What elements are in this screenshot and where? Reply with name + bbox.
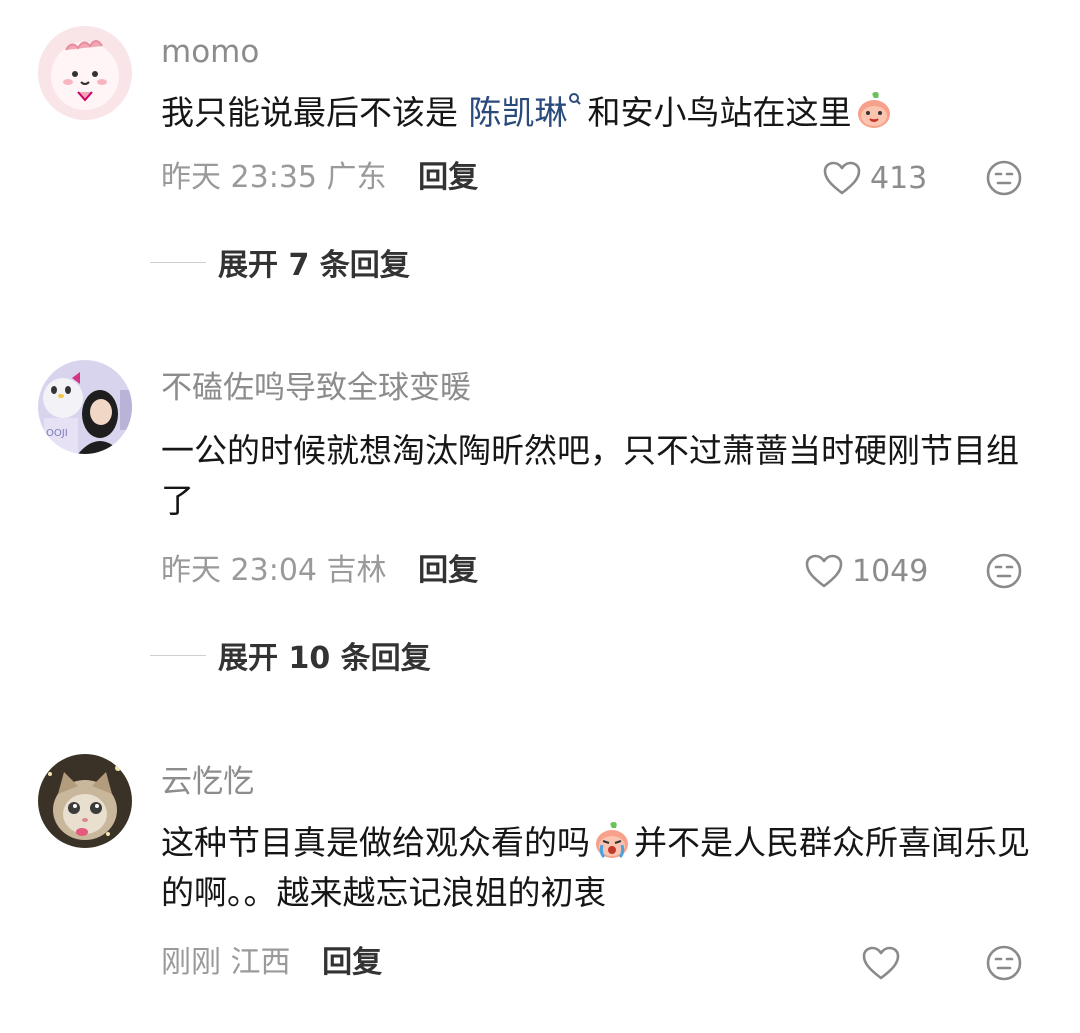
avatar[interactable]: [38, 754, 132, 848]
like-button[interactable]: 413: [822, 158, 927, 198]
comment-item: momo 我只能说最后不该是 陈凯琳 和安小鸟站在这里 昨天 23:35 广东 回…: [0, 0, 1080, 330]
expand-replies-button[interactable]: 展开 10 条回复: [150, 635, 431, 676]
expand-replies-label: 展开 10 条回复: [218, 641, 431, 676]
svg-text:OOJI: OOJI: [46, 428, 68, 439]
comment-meta: 昨天 23:04 吉林 回复: [161, 551, 478, 591]
comment-location: 江西: [230, 945, 291, 980]
peach-crying-emoji-icon: [596, 822, 628, 859]
username[interactable]: momo: [161, 32, 259, 72]
expand-replies-label: 展开 7 条回复: [218, 248, 410, 283]
girl-with-hello-kitty-avatar-icon: OOJI: [38, 360, 132, 454]
reply-button[interactable]: 回复: [418, 160, 478, 195]
expand-replies-button[interactable]: 展开 7 条回复: [150, 242, 410, 283]
username[interactable]: 不磕佐鸣导致全球变暖: [161, 368, 471, 408]
like-button[interactable]: [861, 943, 909, 983]
username[interactable]: 云忔忔: [161, 762, 254, 802]
peach-smile-emoji-icon: [857, 92, 890, 128]
heart-outline-icon: [805, 554, 843, 588]
pink-cartoon-avatar-icon: [38, 26, 132, 120]
like-count: 413: [870, 160, 928, 196]
like-button[interactable]: 1049: [804, 551, 928, 591]
avatar[interactable]: [38, 26, 132, 120]
search-icon: [568, 93, 581, 105]
comment-text-part: 这种节目真是做给观众看的吗: [161, 823, 590, 862]
comment-time: 昨天 23:35: [161, 160, 317, 195]
comment-location: 广东: [326, 160, 387, 195]
like-count: 1049: [852, 553, 929, 589]
neutral-face-icon[interactable]: [985, 552, 1023, 590]
reply-button[interactable]: 回复: [418, 553, 478, 588]
neutral-face-icon[interactable]: [985, 159, 1023, 197]
comment-location: 吉林: [326, 553, 387, 588]
comment-meta: 刚刚 江西 回复: [161, 943, 382, 983]
mention-name: 陈凯琳: [468, 93, 568, 132]
comment-meta: 昨天 23:35 广东 回复: [161, 158, 478, 198]
divider-line: [150, 654, 206, 656]
comment-text-part: 我只能说最后不该是: [161, 93, 469, 132]
mention-link[interactable]: 陈凯琳: [469, 93, 588, 132]
avatar[interactable]: OOJI: [38, 360, 132, 454]
heart-outline-icon: [823, 161, 861, 195]
cat-avatar-icon: [38, 754, 132, 848]
heart-outline-icon: [862, 946, 900, 980]
comment-text: 我只能说最后不该是 陈凯琳 和安小鸟站在这里: [161, 88, 1041, 138]
reply-button[interactable]: 回复: [322, 945, 382, 980]
comment-time: 昨天 23:04: [161, 553, 317, 588]
comment-time: 刚刚: [161, 945, 221, 980]
neutral-face-icon[interactable]: [985, 944, 1023, 982]
comment-text-part: 和安小鸟站在这里: [587, 93, 852, 132]
divider-line: [150, 261, 206, 263]
comment-text: 这种节目真是做给观众看的吗 并不是人民群众所喜闻乐见的啊。。越来越忘记浪姐的初衷: [161, 818, 1041, 918]
comment-text: 一公的时候就想淘汰陶昕然吧，只不过萧蔷当时硬刚节目组了: [161, 431, 1019, 520]
